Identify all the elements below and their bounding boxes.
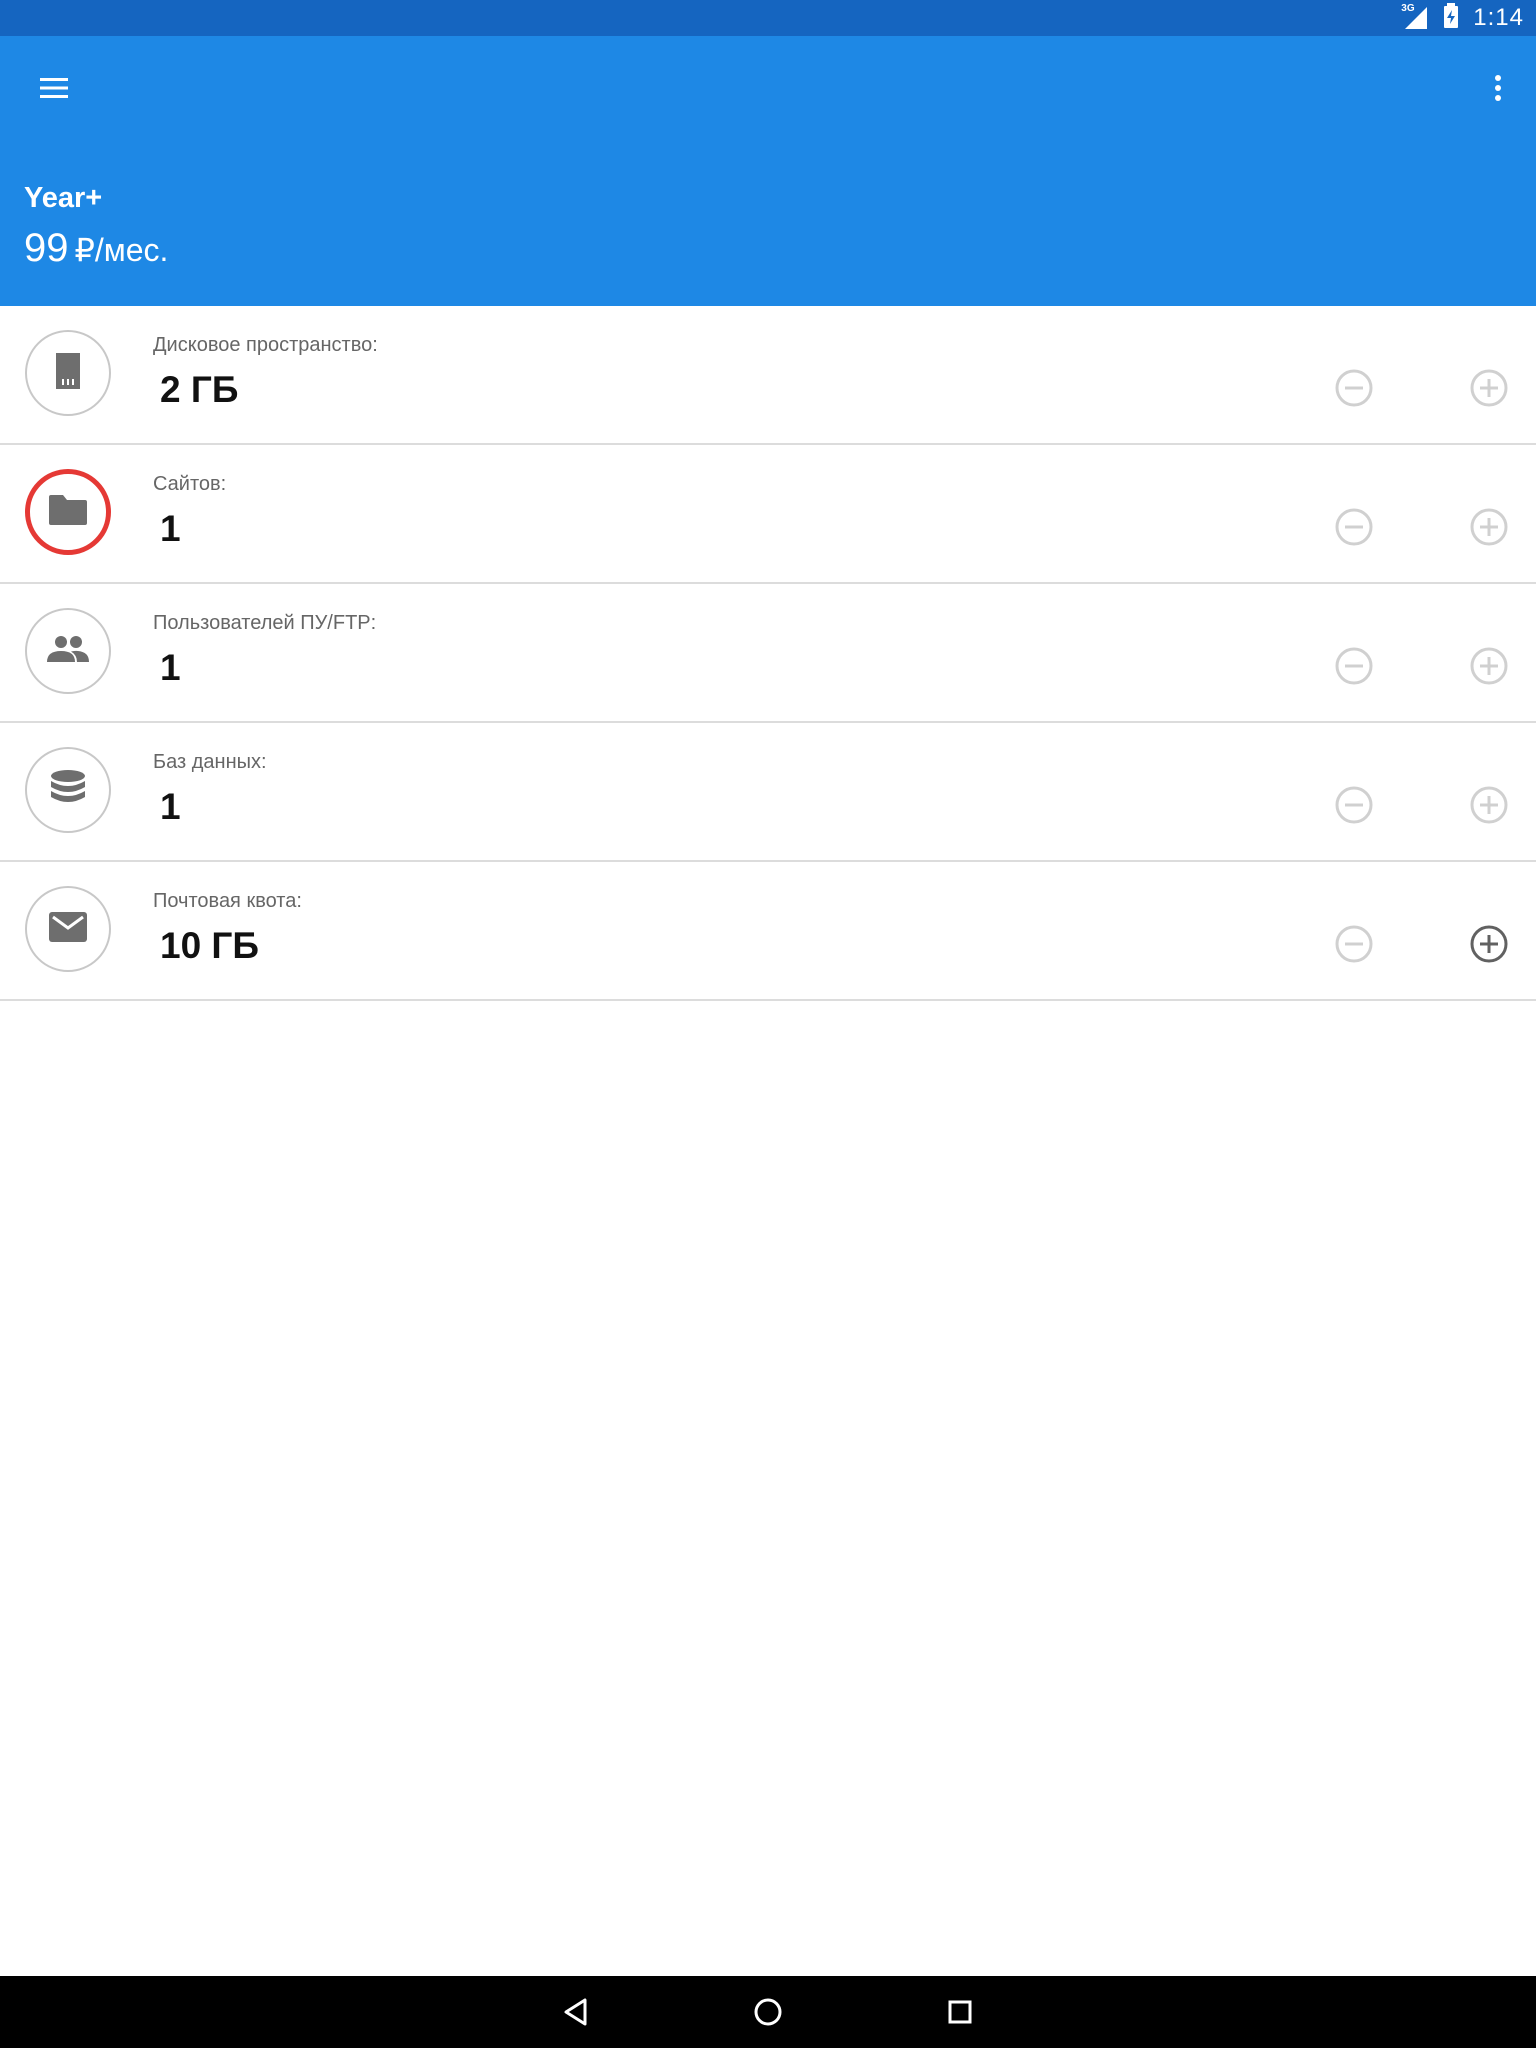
minus-circle-icon: [1335, 647, 1373, 685]
app-bar: Year+ 99 ₽/мес.: [0, 36, 1536, 306]
resource-list: Дисковое пространство: 2 ГБ Сайтов: 1 По…: [0, 306, 1536, 1001]
row-icon-users: [25, 608, 111, 694]
minus-circle-icon: [1335, 508, 1373, 546]
list-item-databases: Баз данных: 1: [0, 723, 1536, 862]
plus-circle-icon: [1470, 647, 1508, 685]
navigation-bar: [0, 1976, 1536, 2048]
list-item-sites: Сайтов: 1: [0, 445, 1536, 584]
increase-button[interactable]: [1469, 368, 1509, 408]
plus-circle-icon: [1470, 369, 1508, 407]
decrease-button[interactable]: [1334, 646, 1374, 686]
decrease-button[interactable]: [1334, 924, 1374, 964]
list-item-disk: Дисковое пространство: 2 ГБ: [0, 306, 1536, 445]
users-icon: [46, 634, 90, 669]
folder-icon: [47, 493, 89, 532]
signal-icon: 3G: [1401, 3, 1429, 31]
database-icon: [49, 769, 87, 812]
back-button[interactable]: [556, 1992, 596, 2032]
row-label: Пользователей ПУ/FTP:: [153, 612, 377, 634]
minus-circle-icon: [1335, 369, 1373, 407]
row-icon-mail: [25, 886, 111, 972]
plus-circle-icon: [1470, 786, 1508, 824]
minus-circle-icon: [1335, 786, 1373, 824]
row-value: 1: [160, 786, 181, 827]
home-icon: [754, 1998, 782, 2026]
increase-button[interactable]: [1469, 924, 1509, 964]
row-icon-disk: [25, 330, 111, 416]
status-bar: 3G 1:14: [0, 0, 1536, 36]
recents-icon: [948, 2000, 972, 2024]
row-value: 1: [160, 647, 181, 688]
row-label: Баз данных:: [153, 751, 267, 773]
price-value: 99: [24, 226, 69, 270]
plan-name: Year+: [24, 182, 103, 214]
row-value: 1: [160, 508, 181, 549]
minus-circle-icon: [1335, 925, 1373, 963]
status-icons: 3G 1:14: [1401, 0, 1524, 36]
row-label: Почтовая квота:: [153, 890, 302, 912]
row-label: Дисковое пространство:: [153, 334, 378, 356]
row-label: Сайтов:: [153, 473, 227, 495]
more-options-icon[interactable]: [1474, 64, 1522, 112]
row-value: 10 ГБ: [160, 925, 260, 966]
decrease-button[interactable]: [1334, 368, 1374, 408]
increase-button[interactable]: [1469, 646, 1509, 686]
sd-card-icon: [53, 351, 83, 396]
plan-price: 99 ₽/мес.: [24, 226, 168, 271]
decrease-button[interactable]: [1334, 785, 1374, 825]
back-icon: [564, 1998, 587, 2026]
home-button[interactable]: [748, 1992, 788, 2032]
increase-button[interactable]: [1469, 785, 1509, 825]
battery-icon: [1443, 2, 1459, 34]
price-unit: ₽/мес.: [74, 232, 169, 268]
row-value: 2 ГБ: [160, 369, 239, 410]
decrease-button[interactable]: [1334, 507, 1374, 547]
recents-button[interactable]: [940, 1992, 980, 2032]
mail-icon: [48, 911, 88, 948]
row-icon-sites: [25, 469, 111, 555]
status-time: 1:14: [1473, 4, 1524, 31]
plus-circle-icon: [1470, 508, 1508, 546]
list-item-mail: Почтовая квота: 10 ГБ: [0, 862, 1536, 1001]
row-icon-databases: [25, 747, 111, 833]
menu-icon[interactable]: [30, 64, 78, 112]
increase-button[interactable]: [1469, 507, 1509, 547]
list-item-users: Пользователей ПУ/FTP: 1: [0, 584, 1536, 723]
network-type: 3G: [1401, 3, 1415, 14]
plus-circle-icon: [1470, 925, 1508, 963]
